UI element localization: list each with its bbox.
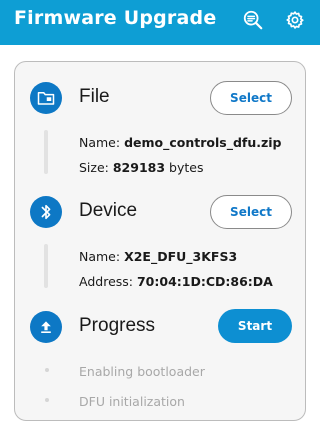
file-size-unit: bytes bbox=[169, 160, 204, 175]
file-name: Name: demo_controls_dfu.zip bbox=[79, 135, 282, 150]
app-bar: Firmware Upgrade bbox=[0, 0, 320, 45]
step-enabling-bootloader: Enabling bootloader bbox=[79, 364, 205, 379]
step-dot bbox=[45, 368, 49, 372]
device-section-title: Device bbox=[79, 200, 138, 221]
folder-icon bbox=[30, 82, 62, 114]
gear-icon[interactable] bbox=[282, 7, 308, 33]
bluetooth-icon bbox=[30, 196, 62, 228]
device-address-value: 70:04:1D:CD:86:DA bbox=[136, 274, 273, 289]
upload-icon bbox=[30, 311, 62, 343]
file-rail bbox=[44, 130, 48, 174]
step-dot bbox=[45, 398, 49, 402]
device-name: Name: X2E_DFU_3KFS3 bbox=[79, 249, 238, 264]
device-name-value: X2E_DFU_3KFS3 bbox=[124, 249, 238, 264]
file-name-value: demo_controls_dfu.zip bbox=[124, 135, 282, 150]
file-section-title: File bbox=[79, 86, 110, 107]
device-rail bbox=[44, 244, 48, 288]
scan-search-icon[interactable] bbox=[240, 7, 266, 33]
page-title: Firmware Upgrade bbox=[14, 7, 217, 29]
progress-section-title: Progress bbox=[79, 315, 156, 336]
dfu-card: File Select Name: demo_controls_dfu.zip … bbox=[14, 61, 306, 421]
step-dfu-initialization: DFU initialization bbox=[79, 394, 185, 409]
select-device-button[interactable]: Select bbox=[210, 195, 292, 229]
start-button[interactable]: Start bbox=[218, 309, 292, 343]
select-file-button[interactable]: Select bbox=[210, 81, 292, 115]
device-address: Address: 70:04:1D:CD:86:DA bbox=[79, 274, 273, 289]
file-size-value: 829183 bbox=[112, 160, 166, 175]
file-size: Size: 829183 bytes bbox=[79, 160, 204, 175]
